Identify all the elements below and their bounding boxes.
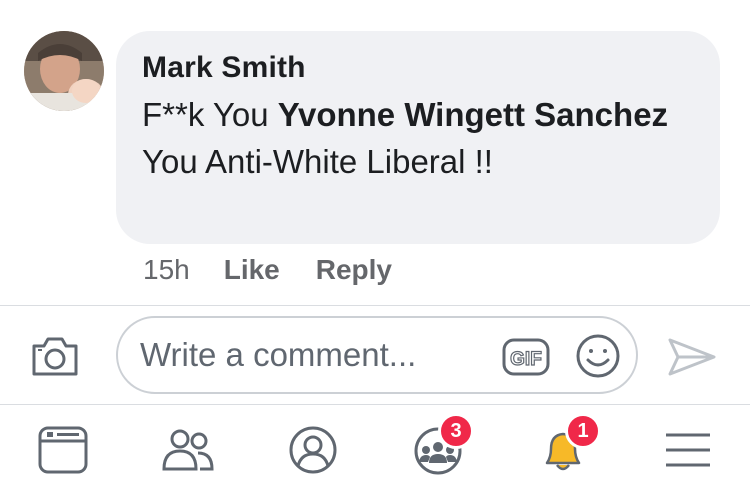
smiley-icon[interactable] xyxy=(574,332,622,380)
comment-author[interactable]: Mark Smith xyxy=(142,51,694,85)
svg-text:GIF: GIF xyxy=(510,349,542,370)
comment: Mark Smith F**k You Yvonne Wingett Sanch… xyxy=(0,0,750,305)
like-button[interactable]: Like xyxy=(224,254,280,286)
friends-icon[interactable] xyxy=(160,423,216,477)
comment-meta: 15h Like Reply xyxy=(143,250,428,290)
send-icon[interactable] xyxy=(666,336,718,378)
profile-icon[interactable] xyxy=(285,423,341,477)
notifications-badge: 1 xyxy=(565,413,601,449)
comment-text: F**k You Yvonne Wingett Sanchez You Anti… xyxy=(142,91,694,185)
gif-icon[interactable]: GIF xyxy=(502,338,550,376)
bottom-tab-bar: 3 1 xyxy=(0,405,750,493)
comment-input-field[interactable]: GIF xyxy=(116,316,638,394)
comment-timestamp[interactable]: 15h xyxy=(143,254,190,286)
comment-mention[interactable]: Yvonne Wingett Sanchez xyxy=(278,96,668,133)
news-feed-icon[interactable] xyxy=(35,423,91,477)
camera-icon[interactable] xyxy=(30,334,80,378)
comment-composer: GIF xyxy=(0,306,750,404)
comment-input[interactable] xyxy=(140,332,490,378)
groups-badge: 3 xyxy=(438,413,474,449)
comment-text-before: F**k You xyxy=(142,96,278,133)
groups-icon[interactable]: 3 xyxy=(410,413,474,477)
reply-button[interactable]: Reply xyxy=(316,254,392,286)
notifications-bell-icon[interactable]: 1 xyxy=(535,413,601,477)
avatar[interactable] xyxy=(24,31,104,111)
comment-bubble: Mark Smith F**k You Yvonne Wingett Sanch… xyxy=(116,31,720,244)
comment-text-after: You Anti-White Liberal !! xyxy=(142,143,493,180)
menu-icon[interactable] xyxy=(660,423,716,477)
